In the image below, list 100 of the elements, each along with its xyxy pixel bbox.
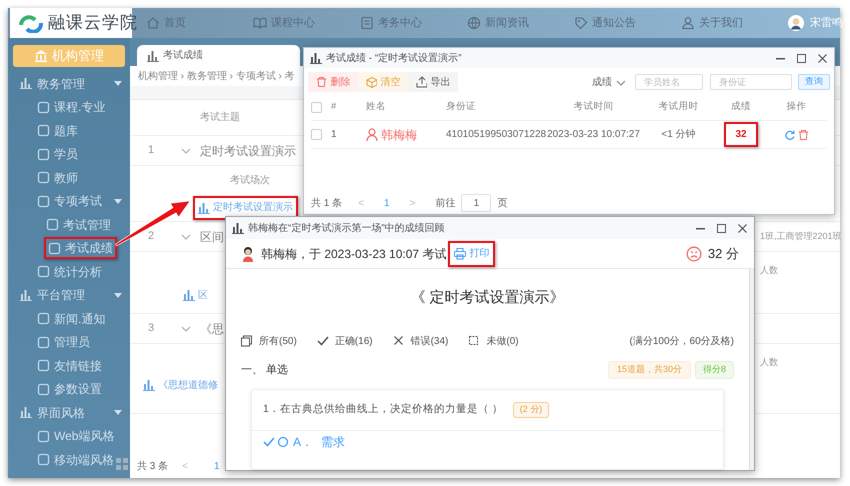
square-icon	[37, 359, 50, 372]
sidebar-item[interactable]: 移动端风格	[35, 448, 116, 471]
sidebar-item[interactable]: 界面风格	[18, 402, 87, 424]
table-cell-text: <1 分钟	[660, 128, 697, 142]
filter-tab[interactable]: 未做(0)	[468, 334, 519, 348]
bar-chart-icon	[143, 379, 155, 391]
sad-face-icon	[686, 246, 702, 262]
page-input[interactable]: 1	[461, 194, 492, 212]
score-text: 32 分	[708, 244, 739, 263]
filter-tab[interactable]: 正确(16)	[316, 334, 373, 348]
nav-link[interactable]: 关于我们	[681, 14, 788, 32]
org-management-button[interactable]: 机构管理	[13, 45, 125, 67]
nav-link[interactable]: 课程中心	[253, 14, 360, 32]
paper-title: 《 定时考试设置演示》	[409, 288, 566, 308]
square-icon	[46, 218, 59, 232]
toolbar-button[interactable]: 删除	[308, 72, 358, 92]
square-icon	[37, 430, 50, 443]
row-number: 3	[148, 321, 156, 336]
people-icon	[681, 16, 695, 30]
square-icon	[468, 335, 480, 347]
option-label: A．	[293, 434, 314, 451]
exam-summary: 韩梅梅，于 2023-03-23 10:07 考试	[261, 246, 446, 262]
table-cell-text: 1	[331, 128, 338, 142]
toolbar-button[interactable]: 导出	[408, 72, 458, 92]
person-icon	[366, 128, 378, 142]
column-header: 操作	[786, 100, 808, 114]
delete-button[interactable]	[798, 128, 809, 140]
filter-tab[interactable]: 所有(50)	[241, 334, 297, 348]
sidebar-item[interactable]: 管理员	[35, 331, 92, 354]
sidebar-item[interactable]: 考试成绩	[44, 237, 117, 260]
trash-icon	[316, 76, 326, 88]
cross-icon	[392, 335, 405, 347]
page-number[interactable]: 1	[214, 458, 220, 474]
square-icon	[37, 124, 50, 138]
column-header: 身份证	[446, 100, 477, 114]
table-cell-text: 410105199503071228	[446, 128, 546, 142]
column-header: 姓名	[366, 100, 387, 114]
search-button[interactable]: 查询	[798, 74, 830, 90]
toolbar-button[interactable]: 清空	[358, 72, 408, 92]
tag-icon	[574, 16, 588, 30]
page-tab[interactable]: 考试成绩	[137, 45, 300, 66]
bank-icon	[34, 49, 48, 63]
nav-link[interactable]: 通知公告	[574, 14, 681, 32]
filter-tab[interactable]: 错误(34)	[392, 334, 448, 348]
square-icon	[37, 148, 50, 161]
next-page-button[interactable]: >	[410, 196, 416, 210]
table-cell-text: 1班,工商管理2201班	[760, 230, 840, 243]
session-link[interactable]: 区	[180, 288, 211, 302]
sidebar-item[interactable]: 教务管理	[18, 72, 87, 95]
score-dropdown[interactable]: 成绩	[592, 74, 625, 90]
table-cell-text: 人数	[760, 264, 779, 277]
close-icon	[737, 222, 748, 234]
sidebar-item[interactable]: 参数设置	[35, 378, 104, 400]
session-link[interactable]: 《思想道德修	[140, 378, 221, 392]
sidebar-item[interactable]: Web端风格	[35, 425, 116, 448]
avatar-icon	[241, 246, 255, 262]
sidebar-item[interactable]: 专项考试	[35, 190, 104, 212]
radio-icon	[277, 436, 289, 448]
sidebar-item[interactable]: 课程.专业	[35, 96, 108, 118]
sidebar-item[interactable]: 考试管理	[44, 214, 113, 236]
book-icon	[253, 16, 267, 30]
bar-chart-icon	[20, 77, 33, 90]
refresh-icon	[784, 128, 795, 140]
nav-link[interactable]: 考务中心	[360, 14, 467, 32]
square-icon	[48, 242, 61, 255]
goto-label: 前往	[435, 196, 456, 210]
row-number: 1	[148, 143, 156, 158]
bar-chart-icon	[183, 289, 195, 301]
refresh-button[interactable]	[784, 128, 795, 140]
sidebar-item[interactable]: 平台管理	[18, 284, 87, 306]
home-icon	[146, 16, 160, 30]
sidebar-item[interactable]: 题库	[35, 120, 80, 142]
table-cell-text: 2023-03-23 10:07:27	[546, 128, 641, 142]
sidebar-item[interactable]: 新闻.通知	[35, 308, 108, 330]
square-icon	[37, 453, 50, 466]
square-icon	[37, 171, 50, 184]
table-cell-text: 人数	[760, 356, 779, 369]
maximize-icon	[716, 222, 727, 234]
check-icon	[316, 335, 329, 347]
nav-link[interactable]: 新闻资讯	[467, 14, 574, 32]
bar-chart-icon	[310, 52, 322, 64]
bar-chart-icon	[20, 288, 33, 302]
previous-page-button[interactable]: <	[358, 196, 364, 210]
sidebar-item[interactable]: 友情链接	[35, 354, 104, 377]
page-number[interactable]: 1	[384, 196, 390, 210]
print-button[interactable]: 打印	[448, 240, 496, 266]
stack-icon	[241, 335, 253, 347]
checkbox[interactable]	[311, 129, 322, 140]
section-score-badge: 得分8	[694, 361, 734, 379]
id-input[interactable]: 身份证	[710, 74, 792, 90]
sidebar-item[interactable]: 教师	[35, 166, 80, 189]
sidebar-item[interactable]: 学员	[35, 143, 80, 166]
square-icon	[37, 382, 50, 396]
previous-page-button[interactable]: <	[182, 458, 188, 474]
table-cell-text: 《思	[200, 320, 224, 338]
name-input[interactable]: 学员姓名	[635, 74, 703, 90]
column-header: #	[331, 100, 338, 114]
sidebar-item[interactable]: 统计分析	[35, 260, 104, 283]
section-title: 一、 单选	[241, 362, 288, 378]
student-name[interactable]: 韩梅梅	[366, 126, 446, 144]
